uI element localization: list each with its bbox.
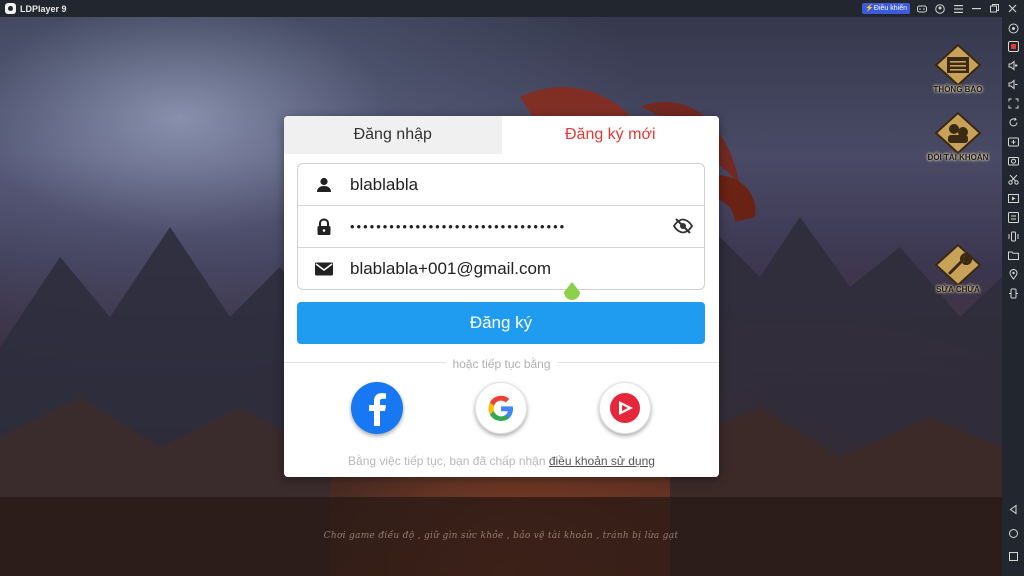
facebook-login-button[interactable] [351, 382, 403, 434]
register-form-fields: ••••••••••••••••••••••••••••••••• [297, 163, 705, 290]
screenshot-icon[interactable] [1007, 154, 1019, 166]
username-row [298, 164, 704, 206]
gamepad-icon[interactable] [916, 3, 928, 15]
scissors-icon[interactable] [1007, 173, 1019, 185]
terms-link[interactable]: điều khoản sử dụng [549, 454, 655, 468]
social-login-row [284, 382, 719, 438]
notice-board-label: THÔNG BÁO [933, 85, 983, 94]
brand-login-button[interactable] [599, 382, 651, 434]
mail-icon [298, 261, 350, 277]
location-icon[interactable] [1007, 268, 1019, 280]
title-bar: LDPlayer 9 ⚡Điều khiển [0, 0, 1024, 17]
terms-prefix: Bằng việc tiếp tục, bạn đã chấp nhận [348, 454, 549, 468]
register-button[interactable]: Đăng ký [297, 302, 705, 344]
minimize-icon[interactable] [970, 3, 982, 15]
health-warning-text: Chơi game điều độ , giữ gìn sức khỏe , b… [323, 531, 679, 541]
rotate-icon[interactable] [1007, 287, 1019, 299]
volume-down-icon[interactable] [1007, 78, 1019, 90]
add-apk-icon[interactable] [1007, 135, 1019, 147]
repair-wrench-icon [934, 243, 982, 287]
google-login-button[interactable] [475, 382, 527, 434]
switch-account-label: ĐỔI TÀI KHOẢN [927, 153, 989, 162]
volume-up-icon[interactable] [1007, 59, 1019, 71]
text-cursor-handle-icon[interactable] [563, 282, 581, 302]
close-icon[interactable] [1006, 3, 1018, 15]
record-icon[interactable] [1007, 192, 1019, 204]
facebook-icon [369, 393, 386, 426]
play-brand-icon [610, 393, 640, 423]
tab-register[interactable]: Đăng ký mới [501, 116, 719, 154]
eye-off-icon[interactable] [672, 218, 694, 239]
email-row [298, 248, 704, 289]
repair-label: SỬA CHỮA [936, 285, 980, 294]
emulator-toolbar [1002, 17, 1024, 576]
user-icon [298, 176, 350, 194]
app-title: LDPlayer 9 [20, 3, 67, 14]
switch-account-button[interactable]: ĐỔI TÀI KHOẢN [926, 111, 990, 162]
lock-icon [298, 217, 350, 236]
notice-board-icon [934, 43, 982, 87]
home-icon[interactable] [1007, 527, 1019, 539]
divider: hoặc tiếp tục bằng [284, 355, 719, 373]
notice-board-button[interactable]: THÔNG BÁO [926, 43, 990, 94]
repair-button[interactable]: SỬA CHỮA [926, 243, 990, 294]
fullscreen-icon[interactable] [1007, 97, 1019, 109]
gamepad-icon[interactable] [1007, 22, 1019, 34]
password-row: ••••••••••••••••••••••••••••••••• [298, 206, 704, 248]
ldplayer-logo-icon [5, 3, 16, 14]
menu-icon[interactable] [952, 3, 964, 15]
google-icon [488, 395, 513, 421]
ldplayer-window: LDPlayer 9 ⚡Điều khiển THÔNG BÁO ĐỔI TÀI… [0, 0, 1024, 576]
password-input[interactable]: ••••••••••••••••••••••••••••••••• [350, 219, 662, 234]
operation-icon[interactable] [1007, 211, 1019, 223]
shake-icon[interactable] [1007, 230, 1019, 242]
username-input[interactable] [350, 174, 650, 195]
email-input[interactable] [350, 259, 650, 279]
title-bar-controls: ⚡Điều khiển [862, 0, 1018, 17]
account-icon[interactable] [934, 3, 946, 15]
switch-account-icon [934, 111, 982, 155]
tab-login[interactable]: Đăng nhập [284, 116, 502, 154]
divider-text: hoặc tiếp tục bằng [446, 357, 557, 371]
folder-icon[interactable] [1007, 249, 1019, 261]
terms-notice: Bằng việc tiếp tục, bạn đã chấp nhận điề… [284, 454, 719, 468]
auth-tabs: Đăng nhập Đăng ký mới [284, 116, 719, 154]
restore-icon[interactable] [988, 3, 1000, 15]
keyboard-icon[interactable] [1007, 40, 1019, 52]
back-icon[interactable] [1007, 503, 1019, 515]
recent-apps-icon[interactable] [1007, 550, 1019, 562]
control-badge-button[interactable]: ⚡Điều khiển [862, 3, 910, 14]
register-dialog: Đăng nhập Đăng ký mới ••••••••••••••••••… [284, 116, 719, 477]
sync-icon[interactable] [1007, 116, 1019, 128]
